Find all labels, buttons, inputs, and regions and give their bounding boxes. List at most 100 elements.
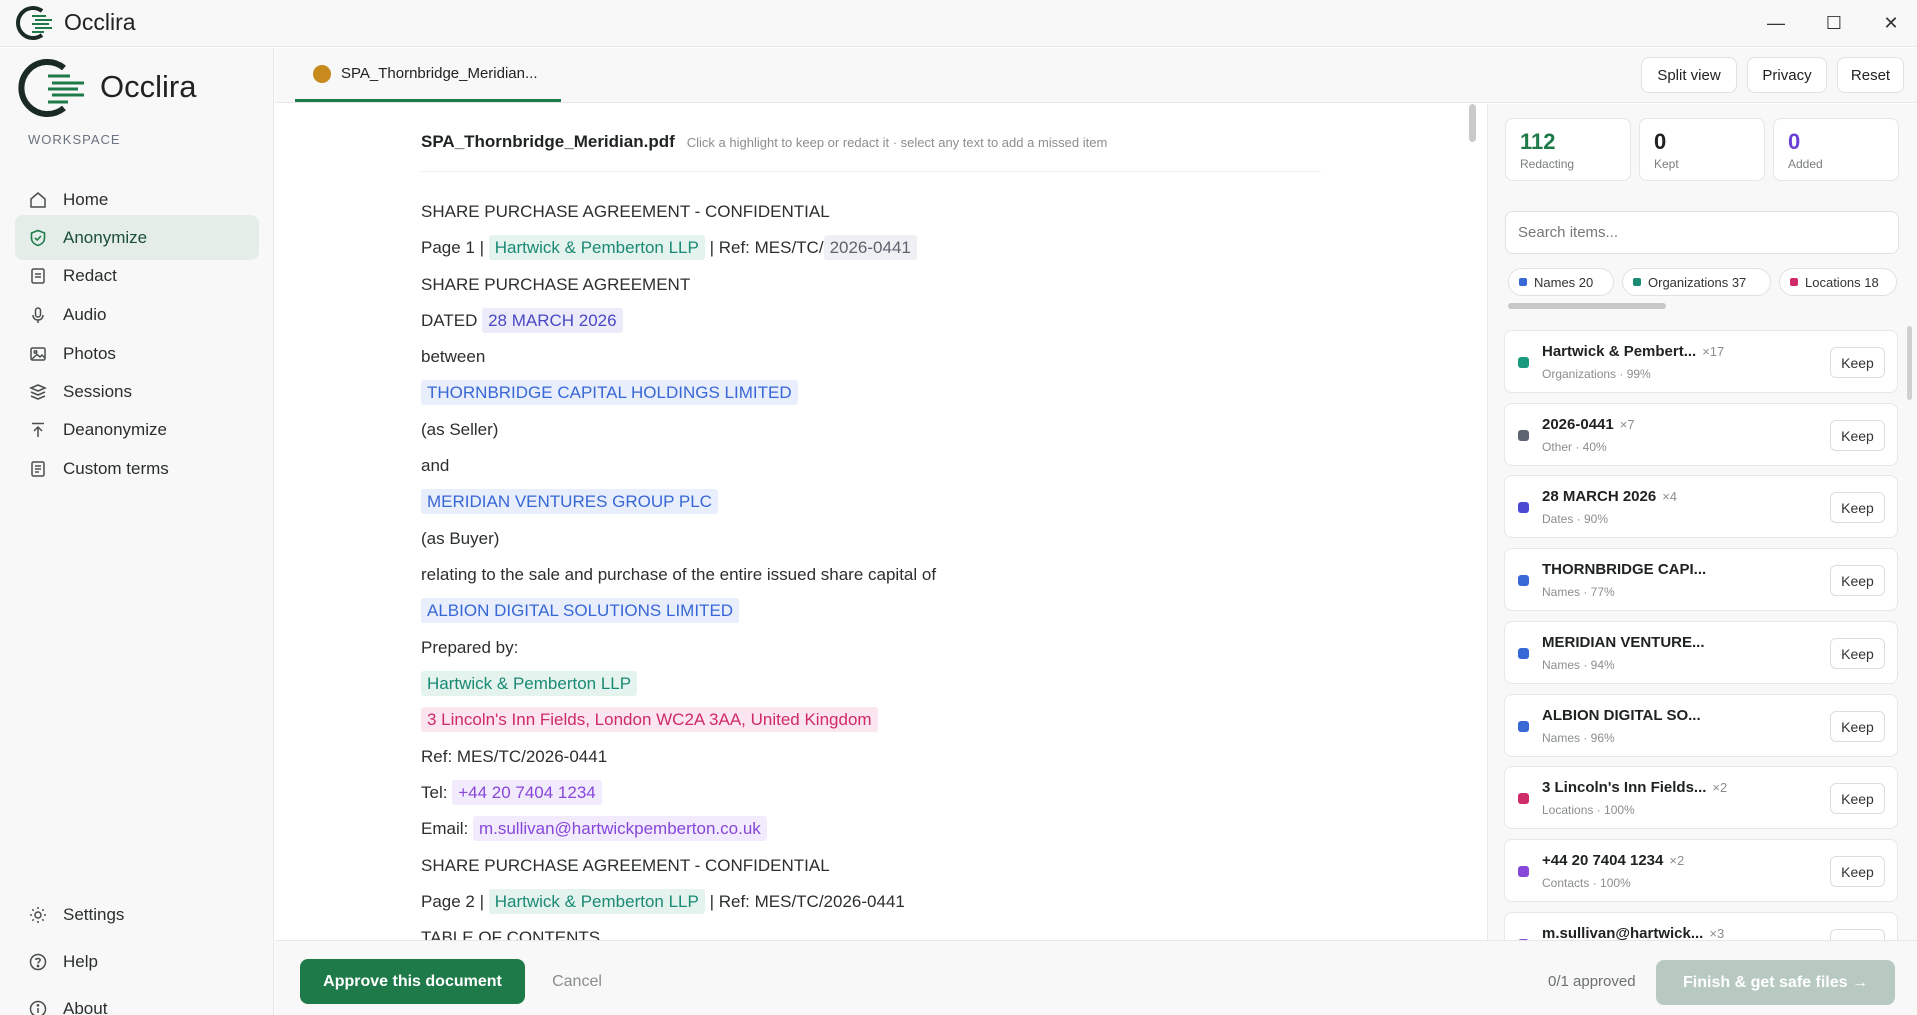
document-line: TABLE OF CONTENTS bbox=[421, 928, 601, 940]
document-line: 3 Lincoln's Inn Fields, London WC2A 3AA,… bbox=[421, 707, 878, 732]
item-meta: Names · 77% bbox=[1542, 585, 1615, 599]
organizations-color-dot bbox=[1633, 278, 1641, 286]
microphone-icon bbox=[29, 306, 47, 324]
line-text: Tel: bbox=[421, 783, 453, 802]
document-line: Page 2 | Hartwick & Pemberton LLP | Ref:… bbox=[421, 889, 905, 914]
keep-button[interactable]: Keep bbox=[1830, 347, 1885, 378]
line-text: Page 1 | bbox=[421, 238, 489, 257]
item-card[interactable]: THORNBRIDGE CAPI... Names · 77% Keep bbox=[1504, 548, 1898, 611]
nav-item-help[interactable]: Help bbox=[15, 939, 259, 984]
highlight-contact[interactable]: m.sullivan@hartwickpemberton.co.uk bbox=[472, 816, 767, 841]
line-text: | Ref: MES/TC/ bbox=[704, 238, 824, 257]
category-color-dot bbox=[1518, 430, 1529, 441]
nav-item-label: Home bbox=[63, 189, 109, 209]
nav-item-settings[interactable]: Settings bbox=[15, 892, 259, 937]
highlight-date[interactable]: 28 MARCH 2026 bbox=[482, 308, 623, 333]
cancel-button[interactable]: Cancel bbox=[537, 959, 617, 1004]
document-viewer[interactable]: SPA_Thornbridge_Meridian.pdf Click a hig… bbox=[275, 104, 1487, 940]
maximize-button[interactable]: ☐ bbox=[1820, 10, 1848, 36]
keep-button[interactable]: Keep bbox=[1830, 856, 1885, 887]
document-line: Email: m.sullivan@hartwickpemberton.co.u… bbox=[421, 816, 767, 841]
items-scrollbar[interactable] bbox=[1907, 326, 1912, 400]
highlight-name[interactable]: MERIDIAN VENTURES GROUP PLC bbox=[421, 489, 718, 514]
keep-button[interactable]: Keep bbox=[1830, 420, 1885, 451]
item-meta: Locations · 100% bbox=[1542, 803, 1635, 817]
approve-button[interactable]: Approve this document bbox=[300, 959, 525, 1004]
item-count: ×2 bbox=[1712, 780, 1728, 795]
stat-added-value: 0 bbox=[1788, 129, 1801, 154]
keep-button[interactable]: Keep bbox=[1830, 638, 1885, 669]
item-title: 3 Lincoln's Inn Fields... ×2 bbox=[1542, 779, 1727, 796]
filter-chip-locations[interactable]: Locations 18 bbox=[1779, 268, 1897, 296]
reset-button[interactable]: Reset bbox=[1837, 57, 1904, 93]
highlight-location[interactable]: 3 Lincoln's Inn Fields, London WC2A 3AA,… bbox=[421, 707, 878, 732]
item-title-text: MERIDIAN VENTURE... bbox=[1542, 634, 1705, 651]
highlight-other[interactable]: 2026-0441 bbox=[823, 235, 917, 260]
document-status-dot bbox=[313, 64, 331, 83]
item-card[interactable]: 3 Lincoln's Inn Fields... ×2 Locations · 1… bbox=[1504, 766, 1898, 829]
item-card[interactable]: Hartwick & Pembert... ×17 Organizations · … bbox=[1504, 330, 1898, 393]
stat-kept: 0 Kept bbox=[1639, 118, 1765, 181]
filter-chip-names[interactable]: Names 20 bbox=[1508, 268, 1614, 296]
keep-button[interactable]: Keep bbox=[1830, 783, 1885, 814]
item-card[interactable]: m.sullivan@hartwick... ×3 Keep bbox=[1504, 912, 1898, 940]
line-text: Page 2 | bbox=[421, 892, 489, 911]
keep-button[interactable]: Keep bbox=[1830, 492, 1885, 523]
document-line: SHARE PURCHASE AGREEMENT bbox=[421, 275, 691, 294]
highlight-organization[interactable]: Hartwick & Pemberton LLP bbox=[488, 235, 705, 260]
keep-button[interactable]: Keep bbox=[1830, 565, 1885, 596]
highlight-organization[interactable]: Hartwick & Pemberton LLP bbox=[488, 889, 705, 914]
item-count: ×4 bbox=[1662, 489, 1678, 504]
tab-document[interactable]: SPA_Thornbridge_Meridian... bbox=[295, 48, 561, 102]
minimize-button[interactable]: — bbox=[1762, 10, 1790, 36]
app-title: Occlira bbox=[64, 9, 136, 35]
document-line: between bbox=[421, 347, 486, 366]
item-card[interactable]: +44 20 7404 1234 ×2 Contacts · 100% Keep bbox=[1504, 839, 1898, 902]
locations-color-dot bbox=[1790, 278, 1798, 286]
item-meta: Names · 96% bbox=[1542, 731, 1615, 745]
document-line: SHARE PURCHASE AGREEMENT - CONFIDENTIAL bbox=[421, 202, 830, 221]
nav-item-label: Anonymize bbox=[63, 227, 148, 247]
close-button[interactable]: ✕ bbox=[1877, 10, 1905, 36]
nav-item-label: Deanonymize bbox=[63, 419, 167, 439]
split-view-button[interactable]: Split view bbox=[1641, 57, 1737, 93]
names-color-dot bbox=[1519, 278, 1527, 286]
items-panel: 112 Redacting 0 Kept 0 Added Names 20 Or… bbox=[1488, 104, 1917, 940]
privacy-button[interactable]: Privacy bbox=[1747, 57, 1827, 93]
chips-scrollbar[interactable] bbox=[1508, 303, 1666, 309]
filter-chip-organizations[interactable]: Organizations 37 bbox=[1622, 268, 1771, 296]
nav-item-about[interactable]: About bbox=[15, 986, 259, 1015]
home-icon bbox=[29, 191, 47, 209]
category-color-dot bbox=[1518, 793, 1529, 804]
item-card[interactable]: 28 MARCH 2026 ×4 Dates · 90% Keep bbox=[1504, 475, 1898, 538]
highlight-name[interactable]: THORNBRIDGE CAPITAL HOLDINGS LIMITED bbox=[421, 380, 798, 405]
stat-added: 0 Added bbox=[1773, 118, 1899, 181]
item-title-text: 2026-0441 bbox=[1542, 416, 1614, 433]
stat-redacting-label: Redacting bbox=[1520, 157, 1575, 171]
nav-item-label: Settings bbox=[63, 904, 125, 924]
item-card[interactable]: MERIDIAN VENTURE... Names · 94% Keep bbox=[1504, 621, 1898, 684]
nav-item-custom-terms[interactable]: Custom terms bbox=[15, 446, 259, 491]
app-logo-icon bbox=[16, 6, 52, 40]
item-title-text: 3 Lincoln's Inn Fields... bbox=[1542, 779, 1707, 796]
image-icon bbox=[29, 345, 47, 363]
highlight-contact[interactable]: +44 20 7404 1234 bbox=[452, 780, 602, 805]
keep-button[interactable]: Keep bbox=[1830, 711, 1885, 742]
item-card[interactable]: 2026-0441 ×7 Other · 40% Keep bbox=[1504, 403, 1898, 466]
nav-item-label: Audio bbox=[63, 304, 107, 324]
search-input[interactable] bbox=[1505, 211, 1899, 254]
stack-icon bbox=[29, 383, 47, 401]
document-line: THORNBRIDGE CAPITAL HOLDINGS LIMITED bbox=[421, 380, 798, 405]
item-meta: Other · 40% bbox=[1542, 440, 1607, 454]
item-title-text: m.sullivan@hartwick... bbox=[1542, 925, 1704, 940]
document-scrollbar[interactable] bbox=[1469, 104, 1476, 142]
sun-icon bbox=[29, 906, 47, 924]
item-title-text: 28 MARCH 2026 bbox=[1542, 488, 1657, 505]
highlight-name[interactable]: ALBION DIGITAL SOLUTIONS LIMITED bbox=[421, 598, 740, 623]
item-card[interactable]: ALBION DIGITAL SO... Names · 96% Keep bbox=[1504, 694, 1898, 757]
highlight-organization[interactable]: Hartwick & Pemberton LLP bbox=[421, 671, 638, 696]
keep-button[interactable]: Keep bbox=[1830, 929, 1885, 940]
finish-button[interactable]: Finish & get safe files → bbox=[1656, 960, 1895, 1005]
item-count: ×17 bbox=[1702, 344, 1725, 359]
stat-redacting-value: 112 bbox=[1520, 129, 1556, 154]
